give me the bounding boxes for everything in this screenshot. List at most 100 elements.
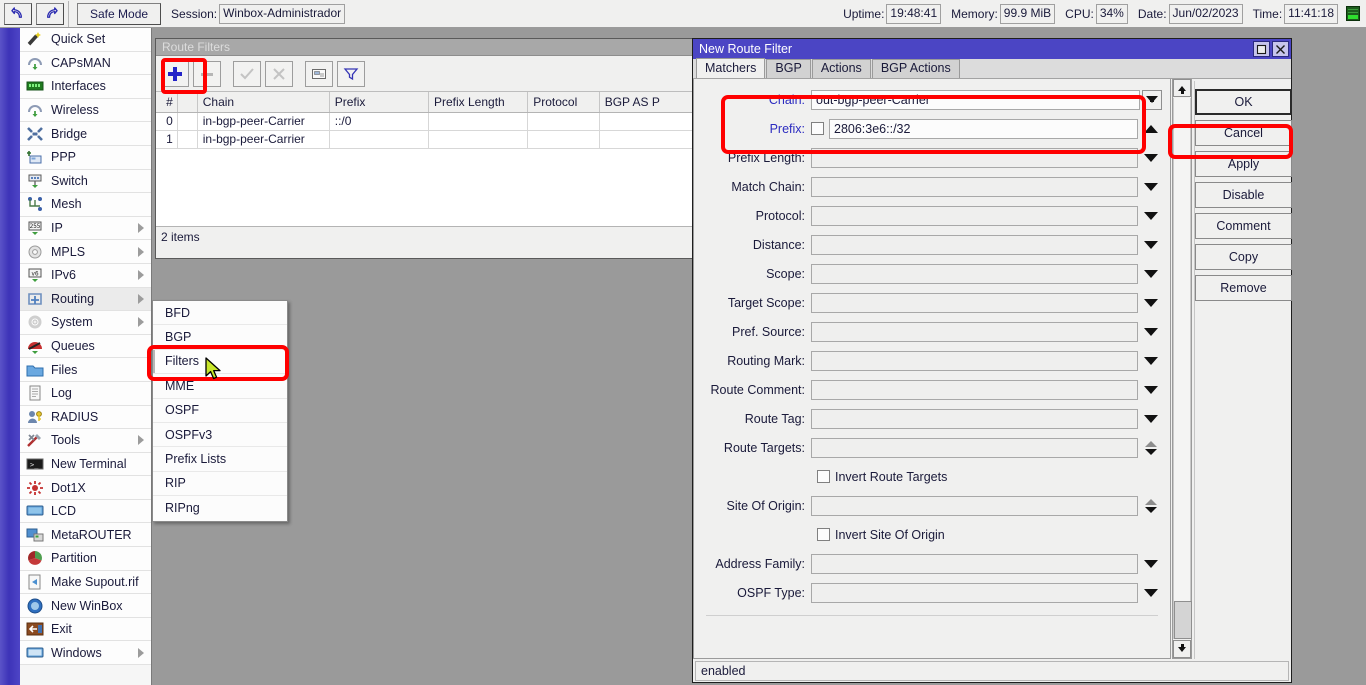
sidebar-item-partition[interactable]: Partition bbox=[20, 547, 151, 571]
route-tag-dropdown-button[interactable] bbox=[1140, 409, 1162, 429]
add-button[interactable] bbox=[161, 61, 189, 87]
sidebar-item-radius[interactable]: RADIUS bbox=[20, 406, 151, 430]
scope-dropdown-button[interactable] bbox=[1140, 264, 1162, 284]
sidebar-item-windows[interactable]: Windows bbox=[20, 641, 151, 665]
disable-button[interactable]: Disable bbox=[1195, 182, 1292, 208]
match-chain-dropdown-button[interactable] bbox=[1140, 177, 1162, 197]
scroll-down-button[interactable] bbox=[1173, 640, 1191, 658]
scope-input[interactable] bbox=[811, 264, 1138, 284]
table-row[interactable]: 1in-bgp-peer-Carrier bbox=[156, 131, 694, 149]
invert-site-of-origin-checkbox[interactable] bbox=[817, 528, 830, 541]
comment-button[interactable]: Comment bbox=[1195, 213, 1292, 239]
sidebar-item-new-terminal[interactable]: >_New Terminal bbox=[20, 453, 151, 477]
protocol-dropdown-button[interactable] bbox=[1140, 206, 1162, 226]
column-header[interactable]: BGP AS P bbox=[600, 92, 694, 112]
sidebar-item-quick-set[interactable]: Quick Set bbox=[20, 28, 151, 52]
sidebar-item-routing[interactable]: Routing bbox=[20, 288, 151, 312]
sidebar-item-bridge[interactable]: Bridge bbox=[20, 122, 151, 146]
routing-submenu-item-rip[interactable]: RIP bbox=[153, 472, 287, 496]
sidebar-item-log[interactable]: Log bbox=[20, 382, 151, 406]
sidebar-item-ppp[interactable]: PPP bbox=[20, 146, 151, 170]
close-button[interactable] bbox=[1272, 41, 1289, 57]
back-button[interactable] bbox=[4, 3, 32, 25]
routing-submenu-item-ospf[interactable]: OSPF bbox=[153, 399, 287, 423]
sidebar-item-new-winbox[interactable]: New WinBox bbox=[20, 594, 151, 618]
sidebar-item-files[interactable]: Files bbox=[20, 358, 151, 382]
session-value[interactable]: Winbox-Administrador bbox=[219, 4, 345, 24]
ok-button[interactable]: OK bbox=[1195, 89, 1292, 115]
chain-input[interactable]: out-bgp-peer-Carrier bbox=[811, 90, 1140, 110]
scrollbar-track[interactable] bbox=[1173, 98, 1191, 639]
tab-bgp-actions[interactable]: BGP Actions bbox=[872, 59, 960, 78]
column-header[interactable]: # bbox=[156, 92, 178, 112]
prefix-collapse-button[interactable] bbox=[1140, 119, 1162, 139]
routing-submenu-item-ripng[interactable]: RIPng bbox=[153, 496, 287, 520]
target-scope-input[interactable] bbox=[811, 293, 1138, 313]
prefix-input[interactable]: 2806:3e6::/32 bbox=[829, 119, 1138, 139]
route-comment-input[interactable] bbox=[811, 380, 1138, 400]
ospf-type-input[interactable] bbox=[811, 583, 1138, 603]
sidebar-item-wireless[interactable]: Wireless bbox=[20, 99, 151, 123]
comment-button[interactable] bbox=[305, 61, 333, 87]
distance-dropdown-button[interactable] bbox=[1140, 235, 1162, 255]
remove-button[interactable]: Remove bbox=[1195, 275, 1292, 301]
chain-dropdown-button[interactable] bbox=[1142, 90, 1162, 110]
distance-input[interactable] bbox=[811, 235, 1138, 255]
routing-submenu-item-bfd[interactable]: BFD bbox=[153, 301, 287, 325]
sidebar-item-switch[interactable]: Switch bbox=[20, 170, 151, 194]
column-header[interactable]: Chain bbox=[198, 92, 330, 112]
sidebar-item-ip[interactable]: 255IP bbox=[20, 217, 151, 241]
sidebar-item-tools[interactable]: Tools bbox=[20, 429, 151, 453]
sidebar-item-metarouter[interactable]: MetaROUTER bbox=[20, 523, 151, 547]
routing-mark-input[interactable] bbox=[811, 351, 1138, 371]
invert-route-targets-checkbox[interactable] bbox=[817, 470, 830, 483]
match-chain-input[interactable] bbox=[811, 177, 1138, 197]
column-header[interactable]: Prefix Length bbox=[429, 92, 528, 112]
routing-submenu-item-bgp[interactable]: BGP bbox=[153, 325, 287, 349]
sidebar-item-make-supout-rif[interactable]: Make Supout.rif bbox=[20, 571, 151, 595]
form-scrollbar[interactable] bbox=[1172, 79, 1192, 659]
target-scope-dropdown-button[interactable] bbox=[1140, 293, 1162, 313]
prefix-checkbox[interactable] bbox=[811, 122, 824, 135]
tab-bgp[interactable]: BGP bbox=[766, 59, 810, 78]
prefix-length-dropdown-button[interactable] bbox=[1140, 148, 1162, 168]
ospf-type-dropdown-button[interactable] bbox=[1140, 583, 1162, 603]
maximize-button[interactable] bbox=[1253, 41, 1270, 57]
sidebar-item-system[interactable]: System bbox=[20, 311, 151, 335]
remove-button[interactable] bbox=[193, 61, 221, 87]
address-family-input[interactable] bbox=[811, 554, 1138, 574]
route-tag-input[interactable] bbox=[811, 409, 1138, 429]
table-row[interactable]: 0in-bgp-peer-Carrier::/0 bbox=[156, 113, 694, 131]
routing-submenu-item-ospfv3[interactable]: OSPFv3 bbox=[153, 423, 287, 447]
route-targets-spinner[interactable] bbox=[1140, 438, 1162, 458]
routing-mark-dropdown-button[interactable] bbox=[1140, 351, 1162, 371]
apply-button[interactable]: Apply bbox=[1195, 151, 1292, 177]
protocol-input[interactable] bbox=[811, 206, 1138, 226]
pref-source-input[interactable] bbox=[811, 322, 1138, 342]
scroll-up-button[interactable] bbox=[1173, 79, 1191, 97]
prefix-length-input[interactable] bbox=[811, 148, 1138, 168]
sidebar-item-exit[interactable]: Exit bbox=[20, 618, 151, 642]
filter-button[interactable] bbox=[337, 61, 365, 87]
address-family-dropdown-button[interactable] bbox=[1140, 554, 1162, 574]
sidebar-item-ipv6[interactable]: v6IPv6 bbox=[20, 264, 151, 288]
pref-source-dropdown-button[interactable] bbox=[1140, 322, 1162, 342]
site-of-origin-spinner[interactable] bbox=[1140, 496, 1162, 516]
forward-button[interactable] bbox=[36, 3, 64, 25]
routing-submenu-item-prefix-lists[interactable]: Prefix Lists bbox=[153, 447, 287, 471]
cancel-button[interactable]: Cancel bbox=[1195, 120, 1292, 146]
tab-actions[interactable]: Actions bbox=[812, 59, 871, 78]
enable-button[interactable] bbox=[233, 61, 261, 87]
scrollbar-thumb[interactable] bbox=[1174, 601, 1192, 639]
disable-button[interactable] bbox=[265, 61, 293, 87]
tab-matchers[interactable]: Matchers bbox=[696, 58, 765, 78]
sidebar-item-lcd[interactable]: LCD bbox=[20, 500, 151, 524]
column-header[interactable]: Protocol bbox=[528, 92, 599, 112]
sidebar-item-dot1x[interactable]: Dot1X bbox=[20, 476, 151, 500]
site-of-origin-input[interactable] bbox=[811, 496, 1138, 516]
sidebar-item-mpls[interactable]: MPLS bbox=[20, 240, 151, 264]
sidebar-item-queues[interactable]: Queues bbox=[20, 335, 151, 359]
route-targets-input[interactable] bbox=[811, 438, 1138, 458]
safe-mode-button[interactable]: Safe Mode bbox=[77, 3, 161, 25]
sidebar-item-interfaces[interactable]: Interfaces bbox=[20, 75, 151, 99]
